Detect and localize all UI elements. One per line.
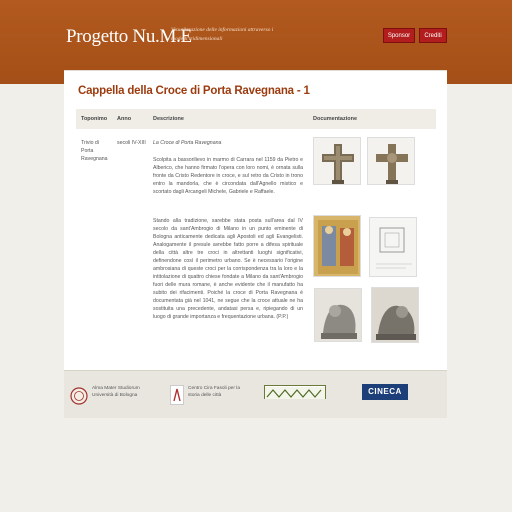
table-header: Toponimo Anno Descrizione Documentazione — [76, 109, 436, 129]
description-subtitle: La Croce di Porta Ravegnana — [153, 140, 222, 146]
cineca-logo[interactable]: CINECA — [362, 384, 408, 400]
content-card: Cappella della Croce di Porta Ravegnana … — [64, 70, 447, 370]
page-title: Cappella della Croce di Porta Ravegnana … — [78, 85, 310, 97]
thumb-cross-front[interactable] — [313, 137, 361, 185]
ricerca-logo[interactable] — [264, 385, 326, 399]
site-tagline: Visualizzazione delle informazioni attra… — [171, 27, 274, 42]
thumb-sculpture-2[interactable] — [371, 287, 419, 343]
description-paragraph-2: Stando alla tradizione, sarebbe stata po… — [153, 218, 303, 320]
col-toponimo: Toponimo — [81, 116, 108, 122]
crediti-button[interactable]: Crediti — [419, 28, 447, 43]
cell-toponimo: Trivio di Porta Ravegnana — [81, 140, 108, 162]
col-anno: Anno — [117, 116, 132, 122]
col-descrizione: Descrizione — [153, 116, 184, 122]
thumb-cross-back[interactable] — [367, 137, 415, 185]
cittadelle-logo-icon[interactable] — [170, 385, 184, 405]
cittadelle-label[interactable]: Centro Cira Fasoli per la storia delle c… — [188, 385, 248, 399]
col-documentazione: Documentazione — [313, 116, 358, 122]
thumb-drawing[interactable] — [369, 217, 417, 277]
unibo-seal-icon[interactable] — [70, 385, 88, 407]
sponsor-button[interactable]: Sponsor — [383, 28, 415, 43]
thumb-sculpture-1[interactable] — [314, 288, 362, 342]
cell-anno: secoli IV-XIII — [117, 140, 146, 146]
site-footer: Alma Mater Studiorum Università di Bolog… — [64, 370, 447, 418]
unibo-label[interactable]: Alma Mater Studiorum Università di Bolog… — [92, 385, 146, 399]
thumb-fresco[interactable] — [313, 215, 361, 277]
description-paragraph-1: Scolpita a bassorilievo in marmo di Carr… — [153, 157, 303, 195]
